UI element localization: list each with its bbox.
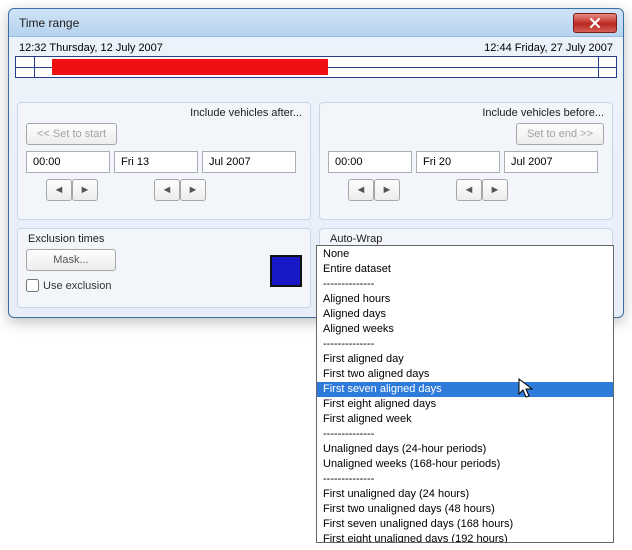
use-exclusion-checkbox[interactable]: Use exclusion <box>26 279 116 292</box>
after-date-prev-button[interactable]: ◄ <box>154 179 180 201</box>
autowrap-option[interactable]: First seven aligned days <box>317 382 613 397</box>
range-end-label: 12:44 Friday, 27 July 2007 <box>484 42 613 54</box>
mask-grid-icon <box>270 255 302 287</box>
autowrap-option[interactable]: Unaligned days (24-hour periods) <box>317 442 613 457</box>
use-exclusion-label: Use exclusion <box>43 280 111 292</box>
after-time-prev-button[interactable]: ◄ <box>46 179 72 201</box>
autowrap-option[interactable]: First two unaligned days (48 hours) <box>317 502 613 517</box>
after-time-next-button[interactable]: ► <box>72 179 98 201</box>
use-exclusion-input[interactable] <box>26 279 39 292</box>
timeline[interactable] <box>15 56 617 78</box>
autowrap-option[interactable]: First unaligned day (24 hours) <box>317 487 613 502</box>
timeline-selection[interactable] <box>52 59 328 75</box>
titlebar: Time range <box>9 9 623 37</box>
before-month-field[interactable]: Jul 2007 <box>504 151 598 173</box>
close-icon <box>589 18 601 28</box>
set-to-end-button[interactable]: Set to end >> <box>516 123 604 145</box>
autowrap-option[interactable]: Entire dataset <box>317 262 613 277</box>
before-date-next-button[interactable]: ► <box>482 179 508 201</box>
autowrap-option[interactable]: First two aligned days <box>317 367 613 382</box>
include-before-group: Include vehicles before... Set to end >>… <box>319 102 613 220</box>
autowrap-option[interactable]: Aligned weeks <box>317 322 613 337</box>
range-start-label: 12:32 Thursday, 12 July 2007 <box>19 42 163 54</box>
before-day-field[interactable]: Fri 20 <box>416 151 500 173</box>
mask-button[interactable]: Mask... <box>26 249 116 271</box>
autowrap-option[interactable]: None <box>317 247 613 262</box>
before-date-prev-button[interactable]: ◄ <box>456 179 482 201</box>
before-time-next-button[interactable]: ► <box>374 179 400 201</box>
autowrap-option[interactable]: First aligned week <box>317 412 613 427</box>
autowrap-title: Auto-Wrap <box>330 233 604 245</box>
autowrap-option[interactable]: -------------- <box>317 427 613 442</box>
autowrap-option[interactable]: First aligned day <box>317 352 613 367</box>
autowrap-option[interactable]: Aligned hours <box>317 292 613 307</box>
autowrap-option[interactable]: Aligned days <box>317 307 613 322</box>
autowrap-option[interactable]: First eight aligned days <box>317 397 613 412</box>
autowrap-option[interactable]: First seven unaligned days (168 hours) <box>317 517 613 532</box>
autowrap-option[interactable]: First eight unaligned days (192 hours) <box>317 532 613 543</box>
after-day-field[interactable]: Fri 13 <box>114 151 198 173</box>
autowrap-dropdown[interactable]: NoneEntire dataset--------------Aligned … <box>316 245 614 543</box>
date-row: 12:32 Thursday, 12 July 2007 12:44 Frida… <box>15 42 617 54</box>
autowrap-option[interactable]: Unaligned weeks (168-hour periods) <box>317 457 613 472</box>
after-time-field[interactable]: 00:00 <box>26 151 110 173</box>
after-month-field[interactable]: Jul 2007 <box>202 151 296 173</box>
autowrap-option[interactable]: -------------- <box>317 337 613 352</box>
include-after-group: Include vehicles after... << Set to star… <box>17 102 311 220</box>
exclusion-group: Exclusion times Mask... Use exclusion <box>17 228 311 308</box>
autowrap-option[interactable]: -------------- <box>317 277 613 292</box>
before-time-prev-button[interactable]: ◄ <box>348 179 374 201</box>
include-before-label: Include vehicles before... <box>328 107 604 119</box>
set-to-start-button[interactable]: << Set to start <box>26 123 117 145</box>
exclusion-title: Exclusion times <box>28 233 302 245</box>
timeline-tick <box>598 57 599 77</box>
after-date-next-button[interactable]: ► <box>180 179 206 201</box>
include-after-label: Include vehicles after... <box>26 107 302 119</box>
close-button[interactable] <box>573 13 617 33</box>
autowrap-option[interactable]: -------------- <box>317 472 613 487</box>
before-time-field[interactable]: 00:00 <box>328 151 412 173</box>
window-title: Time range <box>19 16 79 30</box>
timeline-tick <box>34 57 35 77</box>
